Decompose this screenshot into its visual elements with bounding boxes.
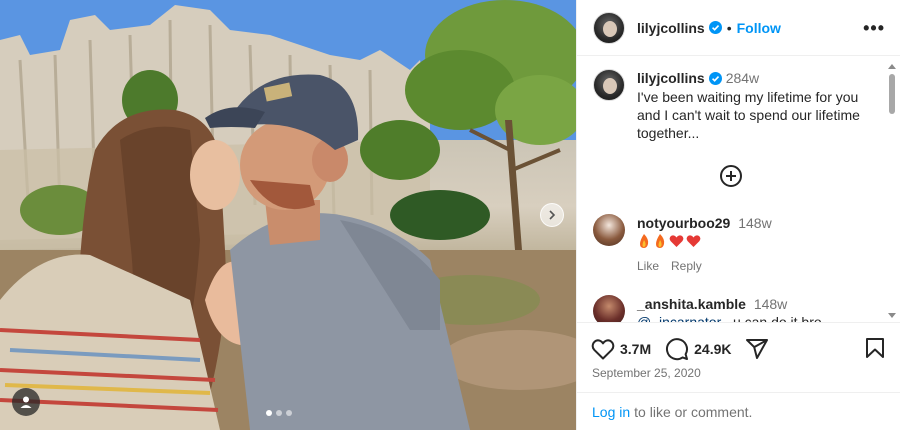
comment-body: u can do it bro — [732, 314, 822, 322]
login-link[interactable]: Log in — [592, 404, 630, 420]
comments-section[interactable]: lilyjcollins 284w I've been waiting my li… — [577, 57, 900, 322]
post-header: lilyjcollins • Follow ••• — [577, 0, 900, 56]
heart-icon[interactable] — [591, 338, 615, 360]
photo-scene — [0, 0, 576, 430]
post-date: September 25, 2020 — [592, 366, 701, 380]
caption-time: 284w — [725, 70, 760, 86]
post-caption: lilyjcollins 284w I've been waiting my li… — [593, 69, 873, 142]
share-action[interactable] — [745, 337, 769, 361]
comment-time: 148w — [753, 296, 788, 312]
comments-scrollbar[interactable] — [888, 60, 896, 320]
scroll-down-icon[interactable] — [888, 313, 896, 318]
red-heart-emoji-icon — [686, 235, 701, 247]
author-avatar[interactable] — [593, 11, 625, 44]
carousel-dots — [266, 410, 292, 416]
fire-emoji-icon — [640, 234, 649, 248]
follow-button[interactable]: Follow — [737, 20, 781, 36]
comment-username[interactable]: notyourboo29 — [637, 215, 730, 231]
caption-text: I've been waiting my lifetime for you an… — [637, 89, 860, 141]
comment-action[interactable]: 24.9K — [665, 337, 731, 361]
header-separator: • — [726, 19, 732, 36]
comment-item: notyourboo29 148w Like Reply — [593, 214, 873, 275]
verified-badge-icon — [708, 21, 722, 34]
post-photo[interactable] — [0, 0, 576, 430]
author-username[interactable]: lilyjcollins — [637, 20, 705, 36]
caption-author-username[interactable]: lilyjcollins — [637, 70, 705, 86]
share-send-icon[interactable] — [745, 337, 769, 361]
fire-emoji-icon — [656, 234, 665, 248]
like-comment-button[interactable]: Like — [637, 257, 659, 275]
reply-comment-button[interactable]: Reply — [671, 257, 702, 275]
carousel-dot — [276, 410, 282, 416]
comment-item: _anshita.kamble 148w @_incarnator_ u can… — [593, 295, 873, 322]
comment-text: @_incarnator_ u can do it bro — [637, 313, 822, 322]
scrollbar-thumb[interactable] — [889, 74, 895, 114]
user-icon — [20, 396, 32, 408]
bookmark-icon[interactable] — [865, 337, 885, 359]
post-details-panel: lilyjcollins • Follow ••• lilyjcollins 28… — [576, 0, 900, 430]
comment-icon[interactable] — [665, 337, 689, 361]
comment-username[interactable]: _anshita.kamble — [637, 296, 746, 312]
scroll-up-icon[interactable] — [888, 64, 896, 69]
login-prompt-text: to like or comment. — [634, 403, 753, 420]
next-image-button[interactable] — [540, 203, 564, 227]
comment-mention[interactable]: @_incarnator_ — [637, 314, 729, 322]
more-options-icon[interactable]: ••• — [863, 18, 885, 39]
verified-badge-icon — [708, 72, 722, 85]
carousel-dot — [266, 410, 272, 416]
carousel-dot — [286, 410, 292, 416]
tagged-users-button[interactable] — [12, 388, 40, 416]
load-more-comments-icon[interactable] — [719, 164, 743, 188]
comment-avatar[interactable] — [593, 295, 625, 322]
caption-author-avatar[interactable] — [593, 69, 625, 101]
comment-avatar[interactable] — [593, 214, 625, 246]
red-heart-emoji-icon — [669, 235, 684, 247]
like-count: 3.7M — [620, 340, 652, 357]
comment-time: 148w — [738, 215, 772, 231]
login-prompt: Log in to like or comment. — [577, 392, 900, 430]
comment-count: 24.9K — [694, 340, 732, 357]
chevron-right-icon — [549, 210, 556, 220]
like-action[interactable]: 3.7M — [591, 338, 651, 360]
comment-text — [637, 233, 772, 249]
